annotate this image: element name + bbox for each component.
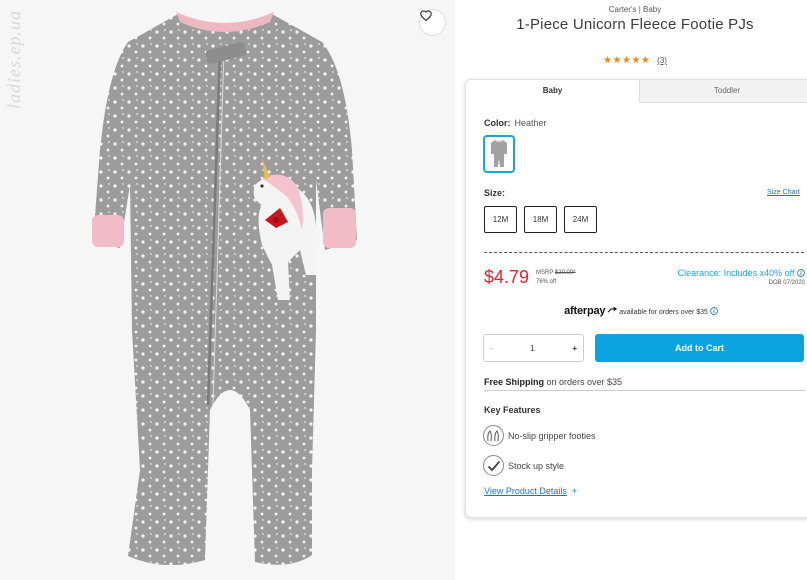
size-label: Size: <box>484 188 506 198</box>
star-rating-icon: ★★★★★ <box>603 55 651 66</box>
info-icon[interactable] <box>710 307 718 315</box>
view-product-details-link[interactable]: View Product Details + <box>484 486 577 496</box>
quantity-increment-button[interactable]: + <box>572 344 577 353</box>
msrp-info: MSRP $20.00* 76% off <box>536 269 576 287</box>
size-option-18m[interactable]: 18M <box>524 206 557 233</box>
add-to-cart-button[interactable]: Add to Cart <box>595 334 804 362</box>
feature-item: Stock up style <box>483 455 564 476</box>
rating[interactable]: ★★★★★ (3) <box>470 55 800 66</box>
color-swatch[interactable] <box>483 135 515 173</box>
shipping-info: Free Shipping on orders over $35 <box>484 377 622 387</box>
color-selection: Color: Heather <box>484 118 547 128</box>
clearance-info: Clearance: Includes x40% off <box>656 268 805 278</box>
tab-baby[interactable]: Baby <box>466 80 640 103</box>
quantity-value[interactable]: 1 <box>530 344 534 353</box>
size-options: 12M 18M 24M <box>484 206 597 233</box>
pajama-thumbnail-icon <box>491 140 507 167</box>
product-image[interactable]: ladies.ep.ua <box>0 0 455 580</box>
size-chart-link[interactable]: Size Chart <box>767 189 800 196</box>
color-value: Heather <box>514 118 547 128</box>
quantity-decrement-button[interactable]: - <box>490 344 493 353</box>
gripper-footies-icon <box>483 425 504 446</box>
quantity-stepper[interactable]: - 1 + <box>483 334 584 362</box>
favorite-button[interactable] <box>419 9 446 36</box>
expand-plus-icon[interactable]: + <box>572 486 577 496</box>
review-count-link[interactable]: (3) <box>657 56 667 65</box>
purchase-panel: Baby Toddler Color: Heather Size: Size Ch… <box>465 79 807 518</box>
heart-icon <box>420 10 432 21</box>
size-option-24m[interactable]: 24M <box>564 206 597 233</box>
brand-breadcrumb[interactable]: Carter's | Baby <box>470 5 800 14</box>
discount-percent: 76% off <box>536 279 557 285</box>
clearance-text: Clearance: Includes x40% off <box>677 268 795 278</box>
feature-label: No-slip gripper footies <box>508 430 596 441</box>
size-option-12m[interactable]: 12M <box>484 206 517 233</box>
msrp-label: MSRP <box>536 270 554 276</box>
info-icon[interactable] <box>797 269 805 277</box>
watermark: ladies.ep.ua <box>4 10 24 109</box>
shipping-condition: on orders over $35 <box>544 377 623 387</box>
details-link-label[interactable]: View Product Details <box>484 486 567 496</box>
feature-item: No-slip gripper footies <box>483 425 596 446</box>
color-label: Color: <box>484 118 511 128</box>
tab-toddler[interactable]: Toddler <box>640 80 807 103</box>
afterpay-logo: afterpay <box>564 305 606 317</box>
sale-price: $4.79 <box>484 267 530 287</box>
size-group-tabs: Baby Toddler <box>466 80 807 103</box>
pajama-illustration <box>92 12 357 566</box>
feature-label: Stock up style <box>508 460 565 471</box>
page-title: 1-Piece Unicorn Fleece Footie PJs <box>516 16 754 33</box>
afterpay-arrows-icon <box>607 306 618 313</box>
msrp-value: $20.00* <box>554 270 576 276</box>
afterpay-text: available for orders over $35 <box>619 309 708 316</box>
free-shipping-label: Free Shipping <box>484 377 545 387</box>
checkmark-icon <box>483 455 504 476</box>
divider <box>484 390 805 391</box>
key-features-heading: Key Features <box>484 405 541 415</box>
afterpay-banner: afterpay available for orders over $35 <box>466 305 807 317</box>
dob-text: DOB 07/2020 <box>768 280 805 286</box>
divider <box>484 252 804 253</box>
